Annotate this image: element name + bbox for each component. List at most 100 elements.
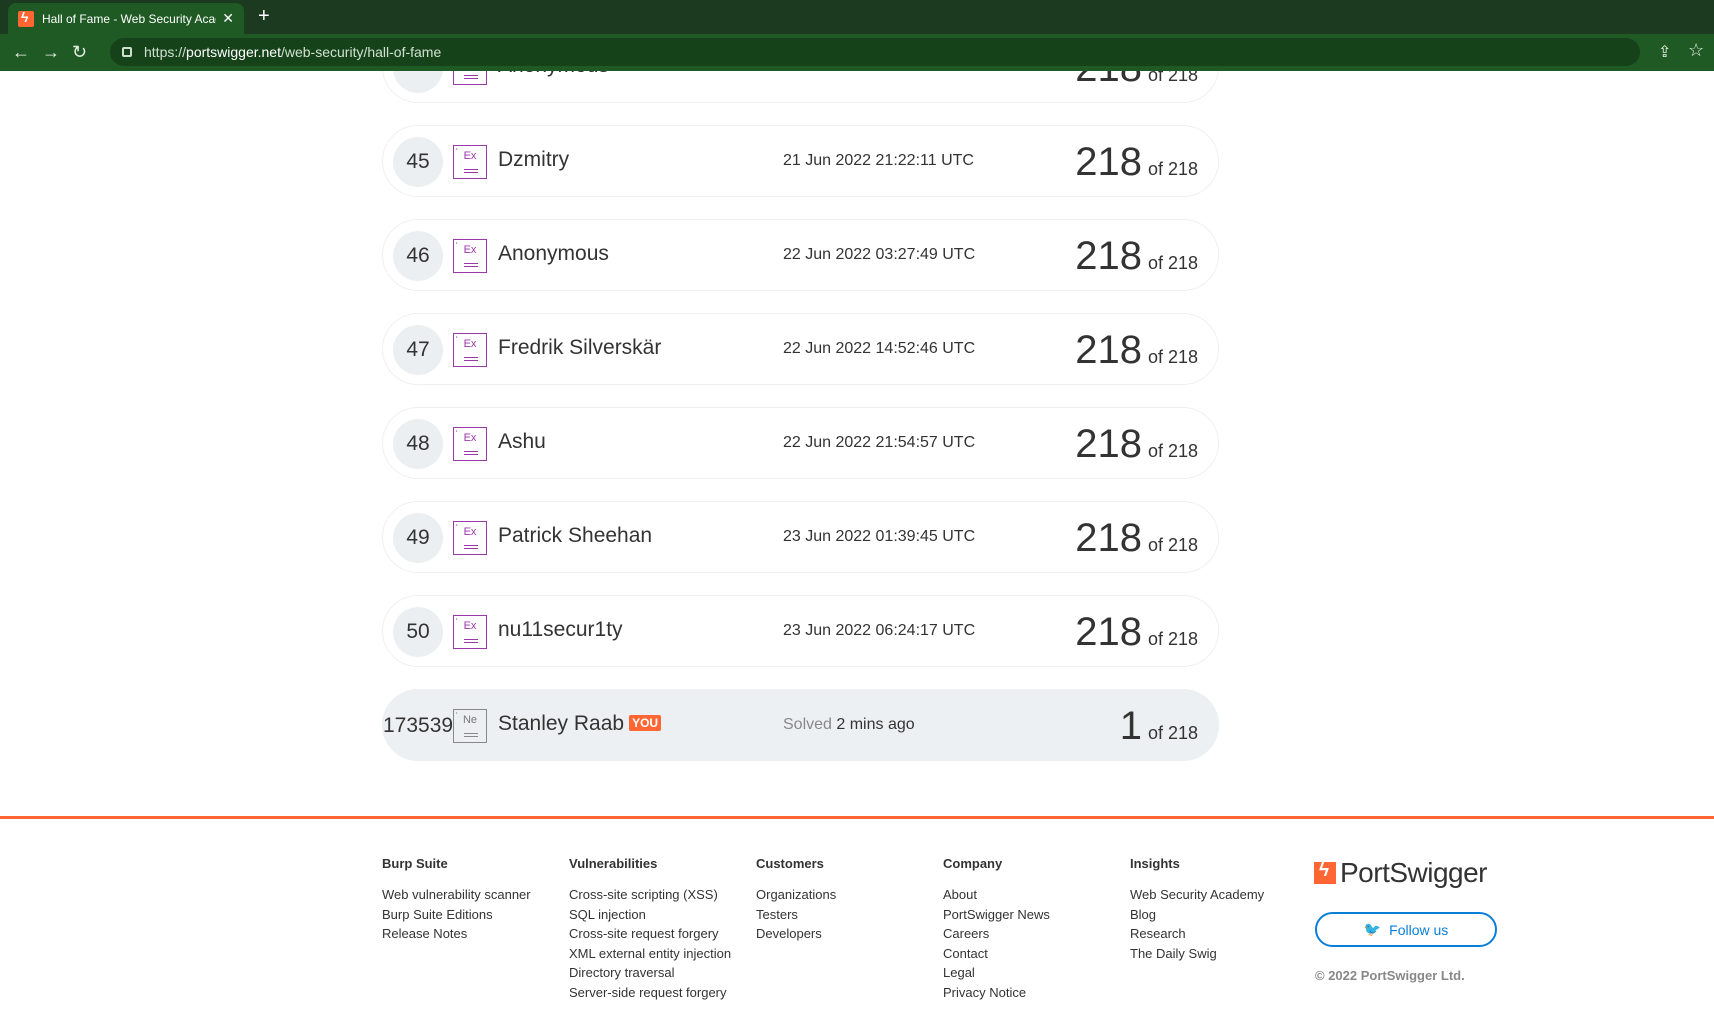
url-bar[interactable]: https://portswigger.net/web-security/hal… [110,38,1640,66]
close-tab-icon[interactable]: ✕ [222,10,234,27]
badge-label: Ex [463,150,477,162]
score-value: 218 [1075,422,1142,466]
score-total: of 218 [1147,253,1198,273]
new-tab-icon[interactable]: + [258,5,270,27]
footer-link[interactable]: Organizations [756,885,836,905]
rank-badge: 173539 [383,714,454,737]
footer-link[interactable]: Legal [943,963,1050,983]
solve-date: 21 Jun 2022 21:22:11 UTC [783,152,974,169]
footer-link[interactable]: Testers [756,905,836,925]
you-tag: YOU [629,715,662,731]
portswigger-logo[interactable]: PortSwigger [1314,857,1488,889]
address-toolbar: ← → ↻ https://portswigger.net/web-securi… [0,34,1714,71]
footer-link[interactable]: Cross-site request forgery [569,924,731,944]
score: 218 of 218 [1075,610,1198,655]
back-icon[interactable]: ← [12,41,30,63]
score-value: 218 [1075,328,1142,372]
url-path: /web-security/hall-of-fame [280,44,442,60]
current-user-row: 173539 ʹ Ne Stanley Raab YOU Solved 2 mins… [382,689,1219,761]
expert-badge-icon: ʹ Ex [453,239,487,273]
badge-label: Ex [463,244,477,256]
tab-title: Hall of Fame - Web Security Acad [42,11,217,26]
footer-link[interactable]: Cross-site scripting (XSS) [569,885,731,905]
footer-link[interactable]: Blog [1130,905,1264,925]
browser-tab[interactable]: Hall of Fame - Web Security Acad ✕ [8,3,244,34]
footer-column-burp-suite: Burp Suite Web vulnerability scanner Bur… [382,856,531,944]
newbie-badge-icon: ʹ Ne [453,709,487,743]
follow-label: Follow us [1389,921,1449,938]
footer-link[interactable]: PortSwigger News [943,905,1050,925]
user-name: Dzmitry [498,148,570,171]
rank-badge: 48 [393,419,443,469]
twitter-bird-icon: 🐦 [1363,921,1382,937]
rank-badge: 45 [393,137,443,187]
footer-link[interactable]: Release Notes [382,924,531,944]
footer-link[interactable]: XML external entity injection [569,944,731,964]
score: 218 of 218 [1075,516,1198,561]
badge-label: Ex [463,338,477,350]
footer-heading: Insights [1130,856,1180,871]
solve-status: Solved 2 mins ago [783,716,915,734]
leaderboard-row: 48 ʹ Ex Ashu 22 Jun 2022 21:54:57 UTC 218… [382,407,1219,479]
badge-label: Ne [462,714,478,726]
leaderboard-row: 49 ʹ Ex Patrick Sheehan 23 Jun 2022 01:39… [382,501,1219,573]
footer-link[interactable]: Burp Suite Editions [382,905,531,925]
badge-label: Ex [463,432,477,444]
footer-column-insights: Insights Web Security Academy Blog Resea… [1130,856,1264,963]
solve-date: 22 Jun 2022 14:52:46 UTC [783,340,976,357]
solve-date: 23 Jun 2022 01:39:45 UTC [783,528,976,545]
user-name-text: Stanley Raab [498,712,625,735]
score-total: of 218 [1147,441,1198,461]
user-name: nu11secur1ty [498,618,623,641]
user-name: Fredrik Silverskär [498,336,662,359]
score-total: of 218 [1147,629,1198,649]
score: 218 of 218 [1075,422,1198,467]
badge-label: Ex [463,526,477,538]
footer-heading: Vulnerabilities [569,856,658,871]
footer-link[interactable]: Directory traversal [569,963,731,983]
footer-link[interactable]: Research [1130,924,1264,944]
footer-heading: Company [943,856,1003,871]
footer-link[interactable]: About [943,885,1050,905]
user-name: Stanley Raab YOU [498,712,662,736]
footer-link[interactable]: Web Security Academy [1130,885,1264,905]
score-total: of 218 [1147,535,1198,555]
footer-link[interactable]: The Daily Swig [1130,944,1264,964]
footer-link[interactable]: Careers [943,924,1050,944]
portswigger-favicon-icon [18,9,34,27]
forward-icon[interactable]: → [42,41,60,63]
footer-divider [0,816,1714,819]
leaderboard-row: 45 ʹ Ex Dzmitry 21 Jun 2022 21:22:11 UTC … [382,125,1219,197]
user-name: Patrick Sheehan [498,524,653,547]
rank-badge: 50 [393,607,443,657]
rank-badge: 46 [393,231,443,281]
share-icon[interactable]: ⇪ [1658,42,1671,62]
copyright: © 2022 PortSwigger Ltd. [1315,968,1465,983]
expert-badge-icon: ʹ Ex [453,145,487,179]
leaderboard-row: 47 ʹ Ex Fredrik Silverskär 22 Jun 2022 14… [382,313,1219,385]
bookmark-star-icon[interactable]: ☆ [1688,40,1704,61]
footer-link[interactable]: SQL injection [569,905,731,925]
score: 218 of 218 [1075,328,1198,373]
score-value: 218 [1075,234,1142,278]
leaderboard-row: 50 ʹ Ex nu11secur1ty 23 Jun 2022 06:24:17… [382,595,1219,667]
footer-link[interactable]: Privacy Notice [943,983,1050,1003]
footer-link[interactable]: Contact [943,944,1050,964]
badge-label: Ex [463,620,477,632]
expert-badge-icon: ʹ Ex [453,521,487,555]
follow-us-button[interactable]: 🐦 Follow us [1315,912,1497,947]
portswigger-logo-icon [1314,860,1336,884]
reload-icon[interactable]: ↻ [72,41,87,63]
footer-column-company: Company About PortSwigger News Careers C… [943,856,1050,1002]
brand-name: PortSwigger [1340,857,1488,888]
score-value: 1 [1119,704,1142,748]
footer-link[interactable]: Server-side request forgery [569,983,731,1003]
solve-date: 22 Jun 2022 21:54:57 UTC [783,434,976,451]
footer-link[interactable]: Developers [756,924,836,944]
expert-badge-icon: ʹ Ex [453,427,487,461]
footer-column-customers: Customers Organizations Testers Develope… [756,856,836,944]
footer-heading: Customers [756,856,824,871]
browser-tab-strip: Hall of Fame - Web Security Acad ✕ + [0,0,1714,34]
footer-link[interactable]: Web vulnerability scanner [382,885,531,905]
footer-column-vulnerabilities: Vulnerabilities Cross-site scripting (XS… [569,856,731,1002]
